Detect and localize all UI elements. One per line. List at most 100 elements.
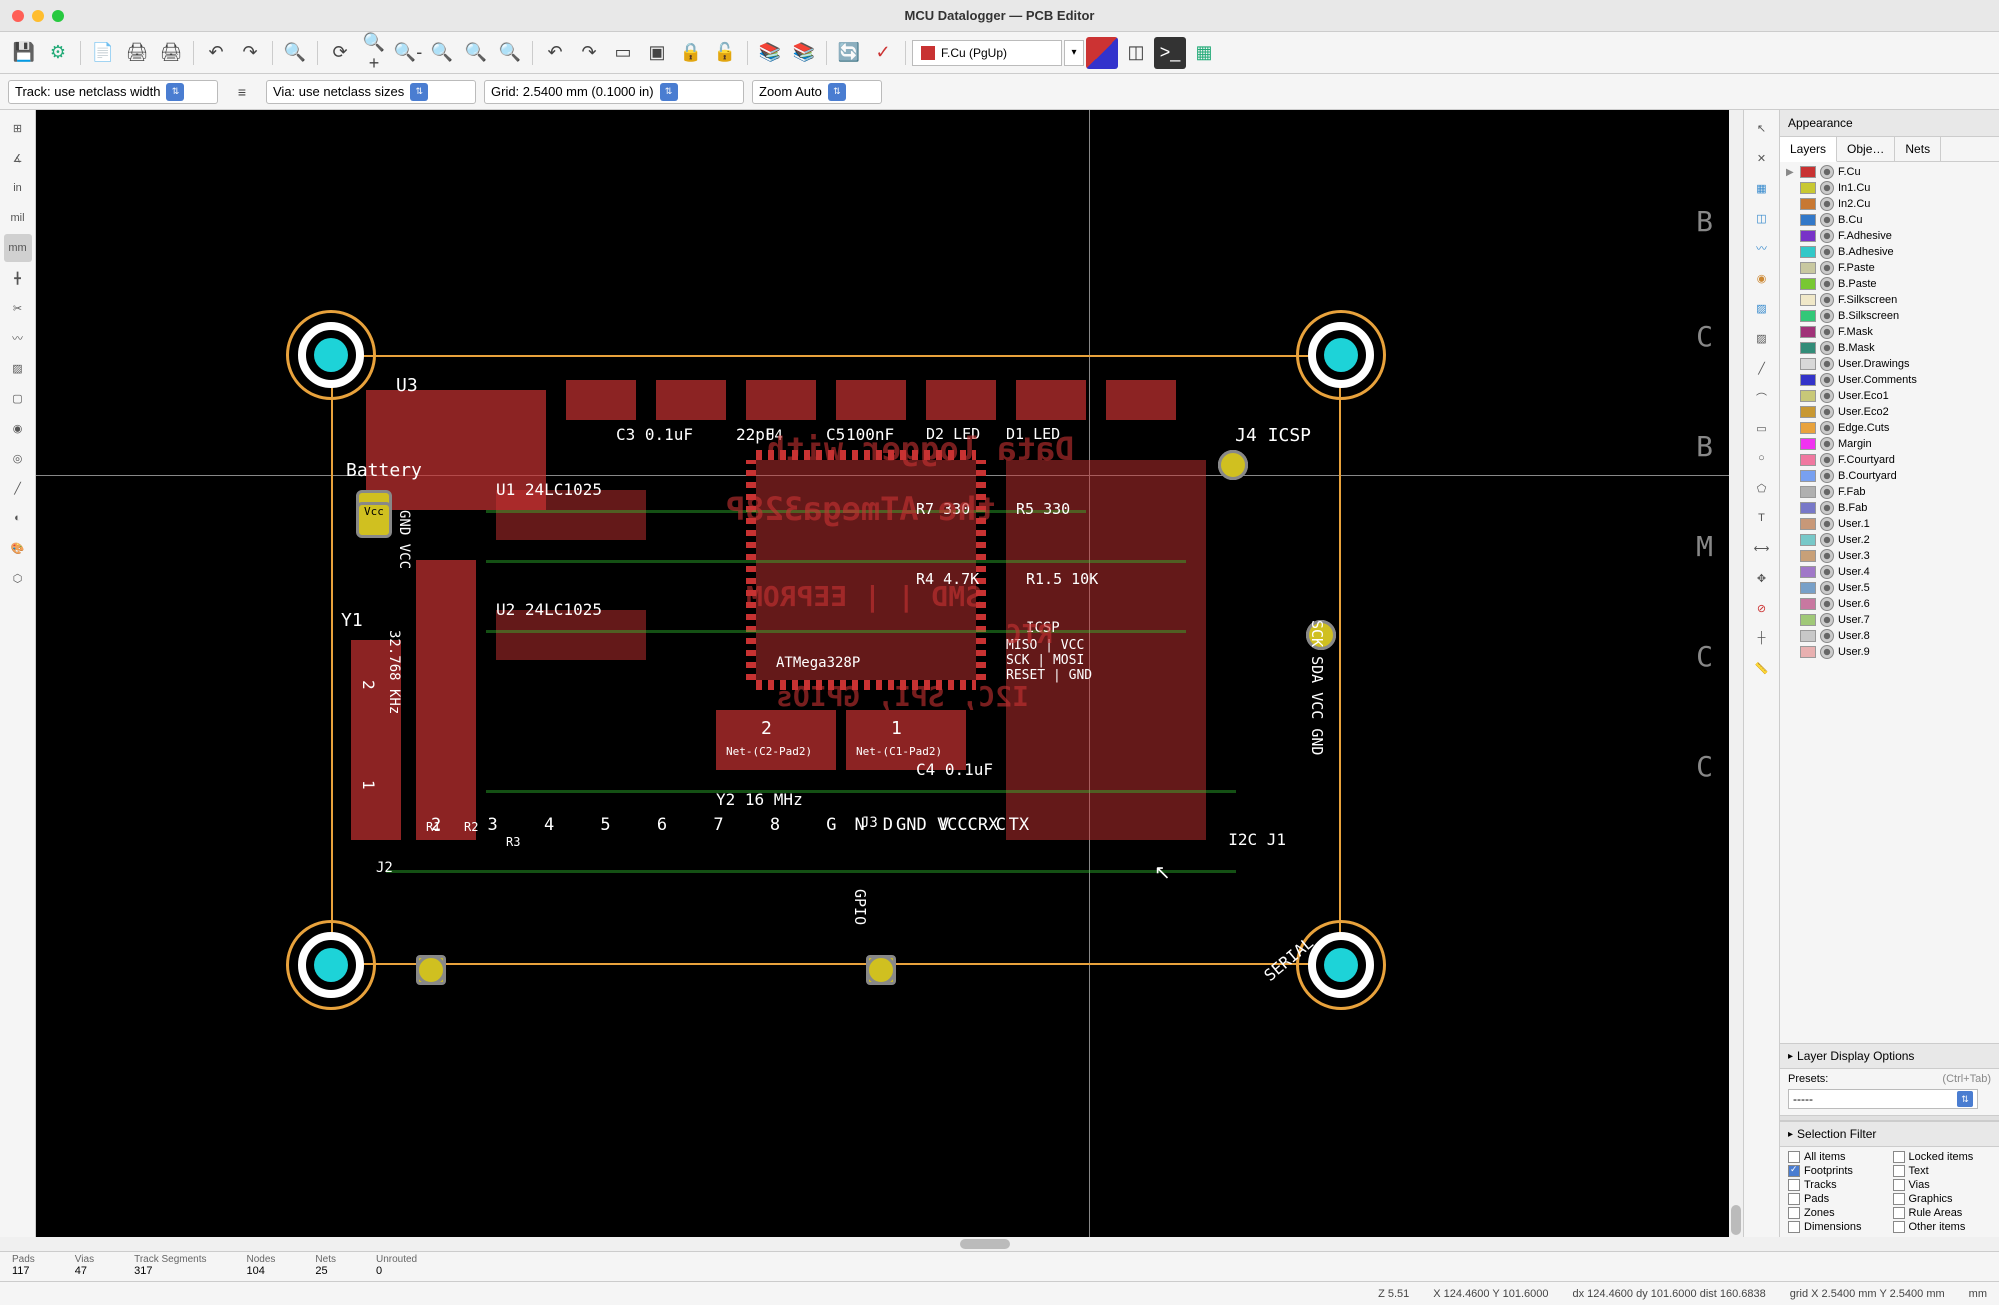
layer-color-swatch[interactable]: [1800, 230, 1816, 242]
layer-color-swatch[interactable]: [1800, 374, 1816, 386]
measure-button[interactable]: 📏: [1748, 654, 1776, 682]
layer-row-edge-cuts[interactable]: Edge.Cuts: [1784, 420, 1995, 436]
layer-row-b-fab[interactable]: B.Fab: [1784, 500, 1995, 516]
layer-color-swatch[interactable]: [1800, 278, 1816, 290]
filter-rule-areas[interactable]: Rule Areas: [1893, 1207, 1992, 1219]
print-button[interactable]: 🖨: [121, 37, 153, 69]
layer-color-swatch[interactable]: [1800, 246, 1816, 258]
eye-icon[interactable]: [1820, 181, 1834, 195]
filter-tracks[interactable]: Tracks: [1788, 1179, 1887, 1191]
checkbox[interactable]: [1788, 1193, 1800, 1205]
plot-button[interactable]: 🖨: [155, 37, 187, 69]
3d-viewer-button[interactable]: ◫: [1120, 37, 1152, 69]
filter-dimensions[interactable]: Dimensions: [1788, 1221, 1887, 1233]
layer-color-swatch[interactable]: [1800, 310, 1816, 322]
layers-list[interactable]: ▶F.CuIn1.CuIn2.CuB.CuF.AdhesiveB.Adhesiv…: [1780, 162, 1999, 1043]
layer-row-margin[interactable]: Margin: [1784, 436, 1995, 452]
checkbox[interactable]: [1893, 1207, 1905, 1219]
layer-color-swatch[interactable]: [1800, 582, 1816, 594]
save-button[interactable]: 💾: [8, 37, 40, 69]
layer-color-swatch[interactable]: [1800, 214, 1816, 226]
layer-color-swatch[interactable]: [1800, 486, 1816, 498]
add-via-button[interactable]: ◉: [1748, 264, 1776, 292]
draw-polygon-button[interactable]: ⬠: [1748, 474, 1776, 502]
eye-icon[interactable]: [1820, 309, 1834, 323]
layer-color-swatch[interactable]: [1800, 166, 1816, 178]
layer-row-f-silkscreen[interactable]: F.Silkscreen: [1784, 292, 1995, 308]
layer-color-swatch[interactable]: [1800, 262, 1816, 274]
close-window-button[interactable]: [12, 10, 24, 22]
add-text-button[interactable]: T: [1748, 504, 1776, 532]
presets-dropdown[interactable]: ----- ⇅: [1788, 1089, 1978, 1109]
zoom-out-button[interactable]: 🔍-: [392, 37, 424, 69]
layer-pair-button[interactable]: [1086, 37, 1118, 69]
checkbox[interactable]: [1788, 1165, 1800, 1177]
eye-icon[interactable]: [1820, 453, 1834, 467]
layer-color-swatch[interactable]: [1800, 198, 1816, 210]
eye-icon[interactable]: [1820, 277, 1834, 291]
select-tool-button[interactable]: ↖: [1748, 114, 1776, 142]
layer-color-swatch[interactable]: [1800, 342, 1816, 354]
tab-objects[interactable]: Obje…: [1837, 137, 1895, 161]
ratsnest-button[interactable]: ✂: [4, 294, 32, 322]
units-mil-button[interactable]: mil: [4, 204, 32, 232]
layer-color-swatch[interactable]: [1800, 406, 1816, 418]
layer-row-b-cu[interactable]: B.Cu: [1784, 212, 1995, 228]
layer-color-swatch[interactable]: [1800, 630, 1816, 642]
eye-icon[interactable]: [1820, 549, 1834, 563]
layer-row-user-drawings[interactable]: User.Drawings: [1784, 356, 1995, 372]
route-track-button[interactable]: 〰: [1748, 234, 1776, 262]
group-button[interactable]: ▣: [641, 37, 673, 69]
show-appearance-button[interactable]: ▦: [1188, 37, 1220, 69]
eye-icon[interactable]: [1820, 197, 1834, 211]
layer-color-swatch[interactable]: [1800, 566, 1816, 578]
contrast-mode-button[interactable]: ◐: [4, 504, 32, 532]
layer-row-f-mask[interactable]: F.Mask: [1784, 324, 1995, 340]
scrollbar-thumb[interactable]: [1731, 1205, 1741, 1235]
via-display-button[interactable]: ◎: [4, 444, 32, 472]
layer-color-swatch[interactable]: [1800, 470, 1816, 482]
layer-color-swatch[interactable]: [1800, 502, 1816, 514]
track-display-button[interactable]: ╱: [4, 474, 32, 502]
selection-filter-header[interactable]: Selection Filter: [1780, 1121, 1999, 1147]
add-dimension-button[interactable]: ⟷: [1748, 534, 1776, 562]
layer-color-swatch[interactable]: [1800, 358, 1816, 370]
find-button[interactable]: 🔍: [279, 37, 311, 69]
add-rule-area-button[interactable]: ▨: [1748, 324, 1776, 352]
checkbox[interactable]: [1893, 1165, 1905, 1177]
layer-color-swatch[interactable]: [1800, 646, 1816, 658]
fill-zones-button[interactable]: ▨: [4, 354, 32, 382]
zoom-in-button[interactable]: 🔍+: [358, 37, 390, 69]
filter-vias[interactable]: Vias: [1893, 1179, 1992, 1191]
layer-color-swatch[interactable]: [1800, 550, 1816, 562]
checkbox[interactable]: [1788, 1151, 1800, 1163]
rotate-ccw-button[interactable]: ↶: [539, 37, 571, 69]
layer-dropdown-button[interactable]: ▾: [1064, 40, 1084, 66]
layer-color-swatch[interactable]: [1800, 598, 1816, 610]
footprint-editor-button[interactable]: 📚: [754, 37, 786, 69]
layer-color-swatch[interactable]: [1800, 182, 1816, 194]
flip-button[interactable]: ▭: [607, 37, 639, 69]
layer-color-swatch[interactable]: [1800, 534, 1816, 546]
drc-button[interactable]: ✓: [867, 37, 899, 69]
layer-row-user-eco1[interactable]: User.Eco1: [1784, 388, 1995, 404]
eye-icon[interactable]: [1820, 469, 1834, 483]
eye-icon[interactable]: [1820, 213, 1834, 227]
net-color-button[interactable]: 🎨: [4, 534, 32, 562]
eye-icon[interactable]: [1820, 517, 1834, 531]
minimize-window-button[interactable]: [32, 10, 44, 22]
pad-display-button[interactable]: ◉: [4, 414, 32, 442]
checkbox[interactable]: [1893, 1221, 1905, 1233]
layer-color-swatch[interactable]: [1800, 422, 1816, 434]
polar-coord-button[interactable]: ∡: [4, 144, 32, 172]
eye-icon[interactable]: [1820, 325, 1834, 339]
eye-icon[interactable]: [1820, 293, 1834, 307]
eye-icon[interactable]: [1820, 613, 1834, 627]
rotate-cw-button[interactable]: ↷: [573, 37, 605, 69]
undo-button[interactable]: ↶: [200, 37, 232, 69]
draw-arc-button[interactable]: ⌒: [1748, 384, 1776, 412]
eye-icon[interactable]: [1820, 533, 1834, 547]
board-setup-button[interactable]: ⚙: [42, 37, 74, 69]
filter-zones[interactable]: Zones: [1788, 1207, 1887, 1219]
filter-pads[interactable]: Pads: [1788, 1193, 1887, 1205]
